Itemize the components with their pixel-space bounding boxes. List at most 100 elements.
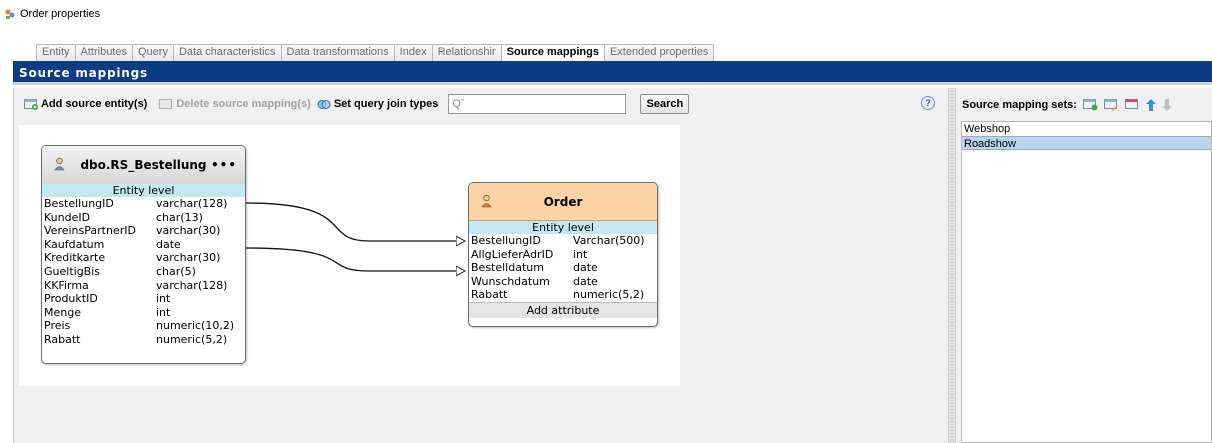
mapping-pane: Add source entity(s) Delete source mappi… <box>13 88 948 443</box>
source-attribute-row[interactable]: ProduktID int <box>42 292 245 306</box>
attribute-name: Kreditkarte <box>44 251 106 265</box>
add-attribute-button[interactable]: Add attribute <box>469 301 657 318</box>
source-entity-name: dbo.RS_Bestellung <box>80 158 207 172</box>
target-attribute-row[interactable]: BestellungID Varchar(500) <box>469 234 657 248</box>
app-icon <box>5 9 15 19</box>
attribute-name: Rabatt <box>44 332 81 346</box>
attribute-name: AllgLieferAdrID <box>471 247 554 261</box>
attribute-type: varchar(30) <box>156 224 221 238</box>
source-attribute-row[interactable]: Kreditkarte varchar(30) <box>42 251 245 265</box>
set-query-join-types-label: Set query join types <box>333 98 439 110</box>
join-icon <box>317 99 331 109</box>
source-attribute-row[interactable]: GueltigBis char(5) <box>42 265 245 279</box>
attribute-name: Wunschdatum <box>471 274 550 288</box>
add-source-entity-label: Add source entity(s) <box>41 98 148 110</box>
move-down-icon[interactable] <box>1161 99 1172 111</box>
source-entity-header[interactable]: dbo.RS_Bestellung ••• <box>42 146 245 184</box>
add-set-icon[interactable] <box>1082 99 1098 111</box>
search-placeholder: Qˇ <box>452 98 465 110</box>
attribute-type: int <box>573 247 588 261</box>
more-options-icon[interactable]: ••• <box>211 158 237 172</box>
pane-splitter[interactable] <box>948 88 956 443</box>
source-attribute-row[interactable]: VereinsPartnerID varchar(30) <box>42 224 245 238</box>
source-attribute-row[interactable]: Menge int <box>42 306 245 320</box>
attribute-type: varchar(30) <box>156 251 221 265</box>
attribute-type: numeric(5,2) <box>573 288 645 302</box>
section-header: Source mappings <box>13 61 1212 85</box>
target-attribute-row[interactable]: AllgLieferAdrID int <box>469 248 657 262</box>
tab-index[interactable]: Index <box>393 44 433 61</box>
help-icon[interactable]: ? <box>921 96 935 110</box>
source-mapping-sets-pane: Source mapping sets: Webshop Roadshow <box>956 88 1212 443</box>
add-source-entity-button[interactable]: Add source entity(s) <box>24 98 147 110</box>
attribute-name: Bestelldatum <box>471 261 544 275</box>
window-title: Order properties <box>4 6 100 22</box>
tab-strip: Entity Attributes Query Data characteris… <box>36 44 715 61</box>
tab-data-transformations[interactable]: Data transformations <box>280 44 395 61</box>
entity-person-icon <box>481 194 492 208</box>
tab-entity[interactable]: Entity <box>36 44 76 61</box>
set-query-join-types-button[interactable]: Set query join types <box>317 98 439 110</box>
target-entity-level: Entity level <box>469 221 657 234</box>
target-entity-card[interactable]: Order Entity level BestellungID Varchar(5… <box>468 182 658 327</box>
add-entity-icon <box>24 98 38 110</box>
attribute-name: Kaufdatum <box>44 237 105 251</box>
tab-query[interactable]: Query <box>131 44 174 61</box>
source-attribute-row[interactable]: Kaufdatum date <box>42 238 245 252</box>
source-entity-card[interactable]: dbo.RS_Bestellung ••• Entity level Beste… <box>41 145 246 364</box>
attribute-type: varchar(128) <box>156 278 228 292</box>
source-attribute-row[interactable]: KKFirma varchar(128) <box>42 279 245 293</box>
attribute-type: Varchar(500) <box>573 234 645 247</box>
target-attribute-row[interactable]: Rabatt numeric(5,2) <box>469 288 657 302</box>
source-attribute-row[interactable]: KundeID char(13) <box>42 211 245 225</box>
source-mapping-sets-list: Webshop Roadshow <box>961 121 1212 443</box>
source-attribute-list: BestellungID varchar(128) KundeID char(13)… <box>42 197 245 347</box>
source-attribute-row[interactable]: Rabatt numeric(5,2) <box>42 333 245 347</box>
attribute-type: varchar(128) <box>156 197 228 210</box>
attribute-name: Preis <box>44 319 71 333</box>
mapping-set-item[interactable]: Roadshow <box>962 136 1211 150</box>
attribute-name: KKFirma <box>44 278 89 292</box>
entity-person-icon <box>54 157 65 171</box>
attribute-name: Menge <box>44 305 81 319</box>
tab-relationships[interactable]: Relationshir <box>431 44 502 61</box>
attribute-name: BestellungID <box>44 197 114 210</box>
delete-set-icon[interactable] <box>1124 99 1140 111</box>
search-button[interactable]: Search <box>640 94 690 114</box>
source-mapping-sets-toolbar: Source mapping sets: <box>962 97 1172 113</box>
mapping-line-bestellungid[interactable] <box>245 202 465 241</box>
target-attribute-list: BestellungID Varchar(500) AllgLieferAdrID… <box>469 234 657 302</box>
target-entity-header[interactable]: Order <box>469 183 657 221</box>
source-attribute-row[interactable]: BestellungID varchar(128) <box>42 197 245 211</box>
attribute-name: KundeID <box>44 210 91 224</box>
tab-data-characteristics[interactable]: Data characteristics <box>172 44 282 61</box>
attribute-name: Rabatt <box>471 288 508 302</box>
mapping-set-item[interactable]: Webshop <box>962 122 1211 136</box>
window-title-text: Order properties <box>20 8 101 20</box>
attribute-type: int <box>156 305 171 319</box>
tab-source-mappings[interactable]: Source mappings <box>500 44 605 61</box>
attribute-name: BestellungID <box>471 234 541 247</box>
mapping-canvas[interactable]: dbo.RS_Bestellung ••• Entity level Beste… <box>19 125 680 386</box>
attribute-name: VereinsPartnerID <box>44 224 136 238</box>
attribute-type: date <box>156 237 181 251</box>
attribute-type: char(5) <box>156 264 196 278</box>
search-input[interactable]: Qˇ <box>448 94 627 114</box>
delete-source-mapping-button[interactable]: Delete source mapping(s) <box>159 98 311 110</box>
attribute-type: int <box>156 292 171 306</box>
edit-set-icon[interactable] <box>1103 99 1119 111</box>
tab-attributes[interactable]: Attributes <box>74 44 133 61</box>
move-up-icon[interactable] <box>1145 99 1156 111</box>
mapping-line-kaufdatum[interactable] <box>245 247 465 271</box>
source-attribute-row[interactable]: Preis numeric(10,2) <box>42 319 245 333</box>
source-entity-level: Entity level <box>42 184 245 197</box>
attribute-type: numeric(5,2) <box>156 332 228 346</box>
target-attribute-row[interactable]: Bestelldatum date <box>469 261 657 275</box>
attribute-type: numeric(10,2) <box>156 319 235 333</box>
attribute-name: ProduktID <box>44 292 98 306</box>
tab-extended-properties[interactable]: Extended properties <box>603 44 715 61</box>
target-attribute-row[interactable]: Wunschdatum date <box>469 275 657 289</box>
attribute-type: date <box>573 274 598 288</box>
attribute-type: date <box>573 261 598 275</box>
attribute-name: GueltigBis <box>44 264 101 278</box>
